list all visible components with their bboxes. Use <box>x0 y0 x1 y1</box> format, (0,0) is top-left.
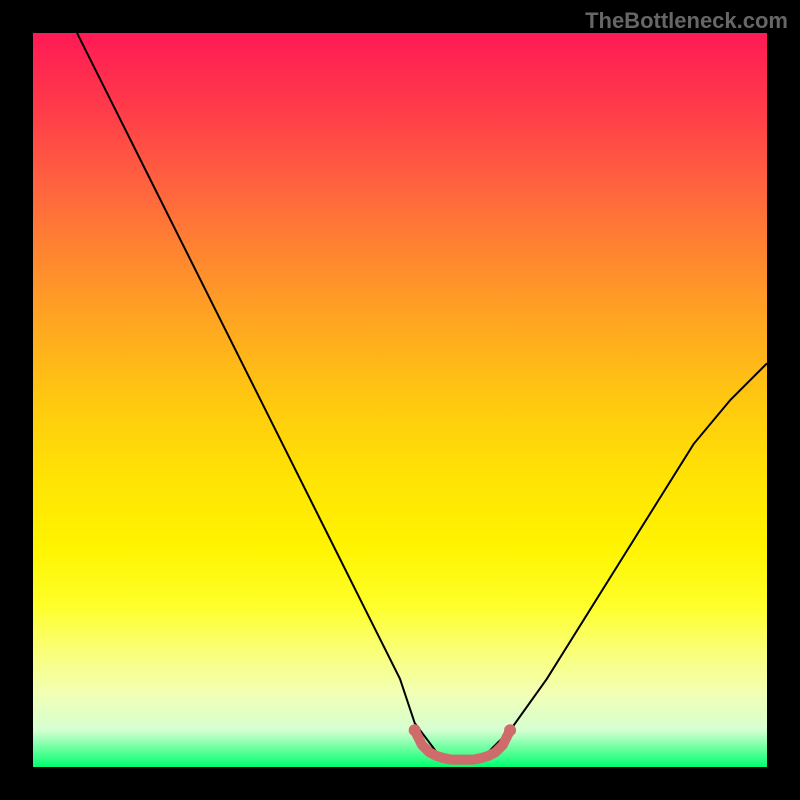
bottleneck-curve <box>77 33 767 760</box>
chart-plot-area <box>33 33 767 767</box>
marker-dot <box>504 724 516 736</box>
chart-lines <box>77 33 767 760</box>
chart-svg <box>33 33 767 767</box>
marker-dot <box>409 724 421 736</box>
optimal-range-marker <box>415 730 510 759</box>
watermark-text: TheBottleneck.com <box>585 8 788 34</box>
